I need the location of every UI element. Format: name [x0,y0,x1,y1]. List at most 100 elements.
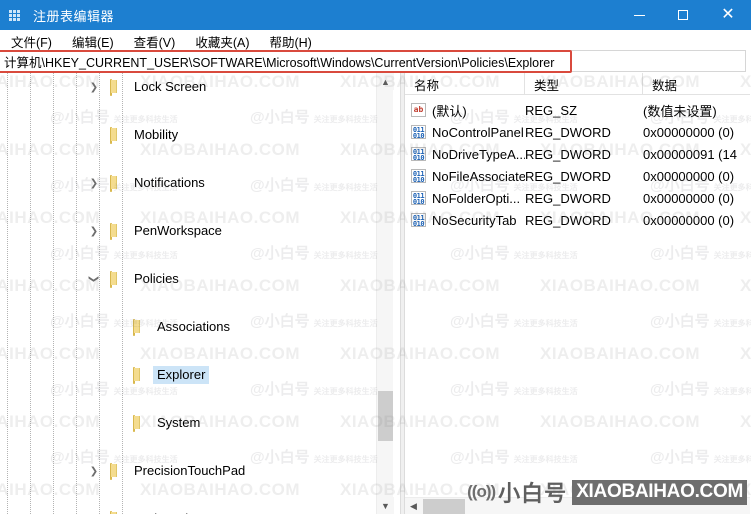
value-name-cell: 011 010 NoControlPanel [405,125,525,140]
tree-item-mobility[interactable]: Mobility [0,123,385,147]
folder-icon [133,319,149,336]
registry-tree-pane[interactable]: ❯ Lock Screen Mobility ❯ Notifications ❯ PenWo… [0,73,400,514]
close-button[interactable]: ✕ [705,0,751,30]
window-controls: ✕ [617,0,751,30]
dword-value-icon: 011 010 [411,191,426,205]
value-type-cell: REG_DWORD [525,168,611,184]
tree-item-lock-screen[interactable]: ❯ Lock Screen [0,75,385,99]
registry-icon [9,7,25,23]
menu-bar: 文件(F) 编辑(E) 查看(V) 收藏夹(A) 帮助(H) [0,30,751,52]
chevron-right-icon[interactable]: ❯ [86,75,102,99]
title-bar: 注册表编辑器 ✕ [0,0,751,30]
folder-icon [133,415,149,432]
tree-item-policies[interactable]: ❯ Policies [0,267,385,291]
tree-scroll-thumb[interactable] [378,391,393,441]
scroll-up-icon[interactable]: ▲ [377,73,394,90]
registry-tree[interactable]: ❯ Lock Screen Mobility ❯ Notifications ❯ PenWo… [0,73,385,514]
value-name-text: NoDriveTypeA... [432,146,525,162]
tree-item-associations[interactable]: Associations [0,315,385,339]
tree-item-system[interactable]: System [0,411,385,435]
registry-editor-window: XIAOBAIHAO.COM@小白号关注更多科技生活XIAOBAIHAO.COM… [0,0,751,514]
value-data-cell: 0x00000091 (14 [643,146,737,162]
value-name-text: (默认) [432,103,467,119]
scroll-left-icon[interactable]: ◀ [405,498,422,514]
chevron-right-icon[interactable]: ❯ [86,459,102,483]
value-data-cell: 0x00000000 (0) [643,168,735,184]
column-header-type[interactable]: 类型 [525,73,643,95]
tree-vertical-scrollbar[interactable]: ▲ ▼ [376,73,394,514]
value-type-cell: REG_DWORD [525,190,611,206]
registry-values-pane[interactable]: 名称 类型 数据 ab (默认) REG_SZ (数值未设置) 011 010 NoCont… [405,73,750,514]
value-data-cell: 0x00000000 (0) [643,190,735,206]
table-row[interactable]: 011 010 NoFolderOpti... REG_DWORD 0x00000000… [405,187,750,209]
value-name-cell: 011 010 NoSecurityTab [405,213,525,228]
main-split: ❯ Lock Screen Mobility ❯ Notifications ❯ PenWo… [0,73,751,514]
tree-item-label: Prelaunch [130,510,197,514]
folder-icon [110,463,126,480]
list-header: 名称 类型 数据 [405,73,750,95]
logo-domain-text: XIAOBAIHAO.COM [572,479,747,505]
value-type-cell: REG_SZ [525,102,578,118]
folder-icon [133,367,149,384]
value-name-cell: 011 010 NoDriveTypeA... [405,147,525,162]
column-header-data[interactable]: 数据 [643,73,750,95]
dword-value-icon: 011 010 [411,213,426,227]
dword-value-icon: 011 010 [411,169,426,183]
logo-chinese-text: 小白号 [498,481,568,506]
table-row[interactable]: ab (默认) REG_SZ (数值未设置) [405,99,750,121]
value-data-cell: 0x00000000 (0) [643,212,735,228]
chevron-down-icon[interactable]: ❯ [82,271,106,287]
signal-icon: ((o)) [467,482,496,501]
maximize-icon [678,10,688,20]
value-name-cell: 011 010 NoFileAssociate [405,169,525,184]
folder-icon [110,175,126,192]
chevron-right-icon[interactable]: ❯ [86,219,102,243]
value-name-cell: 011 010 NoFolderOpti... [405,191,525,206]
column-header-name[interactable]: 名称 [405,73,525,95]
folder-icon [110,79,126,96]
value-name-text: NoFileAssociate [432,168,525,184]
tree-item-label: Policies [134,271,179,286]
value-name-text: NoControlPanel [432,124,524,140]
table-row[interactable]: 011 010 NoControlPanel REG_DWORD 0x00000000 … [405,121,750,143]
tree-item-label: PenWorkspace [134,223,222,238]
tree-item-label: Explorer [153,366,210,384]
table-row[interactable]: 011 010 NoDriveTypeA... REG_DWORD 0x00000091… [405,143,750,165]
value-type-cell: REG_DWORD [525,146,611,162]
value-type-cell: REG_DWORD [525,124,611,140]
chevron-right-icon[interactable]: ❯ [86,171,102,195]
address-path-text: 计算机\HKEY_CURRENT_USER\SOFTWARE\Microsoft… [4,55,555,70]
tree-item-label: Lock Screen [134,79,207,94]
tree-item-notifications[interactable]: ❯ Notifications [0,171,385,195]
minimize-icon [633,14,645,16]
site-logo-watermark: ((o)) 小白号 XIAOBAIHAO.COM [467,476,747,508]
close-icon: ✕ [721,6,735,23]
list-scroll-thumb[interactable] [423,499,465,514]
folder-icon [110,271,126,288]
scroll-down-icon[interactable]: ▼ [377,497,394,514]
dword-value-icon: 011 010 [411,147,426,161]
minimize-button[interactable] [617,0,661,30]
folder-icon [110,127,126,144]
value-name-text: NoFolderOpti... [432,190,521,206]
maximize-button[interactable] [661,0,705,30]
address-bar-container: 计算机\HKEY_CURRENT_USER\SOFTWARE\Microsoft… [0,50,751,72]
value-data-cell: 0x00000000 (0) [643,124,735,140]
address-input[interactable]: 计算机\HKEY_CURRENT_USER\SOFTWARE\Microsoft… [0,50,746,72]
tree-item-prelaunch[interactable]: Prelaunch [0,507,385,514]
tree-item-label: System [157,415,201,430]
value-type-cell: REG_DWORD [525,212,611,228]
dword-value-icon: 011 010 [411,125,426,139]
tree-item-label: Mobility [134,127,179,142]
tree-item-precisiontouchpad[interactable]: ❯ PrecisionTouchPad [0,459,385,483]
tree-item-label: Associations [157,319,230,334]
tree-item-penworkspace[interactable]: ❯ PenWorkspace [0,219,385,243]
tree-item-explorer[interactable]: Explorer [0,363,385,387]
string-value-icon: ab [411,103,426,117]
table-row[interactable]: 011 010 NoFileAssociate REG_DWORD 0x00000000… [405,165,750,187]
folder-icon [110,223,126,240]
value-name-cell: ab (默认) [405,101,525,120]
table-row[interactable]: 011 010 NoSecurityTab REG_DWORD 0x00000000 (… [405,209,750,231]
value-name-text: NoSecurityTab [432,212,517,228]
value-data-cell: (数值未设置) [643,103,717,119]
